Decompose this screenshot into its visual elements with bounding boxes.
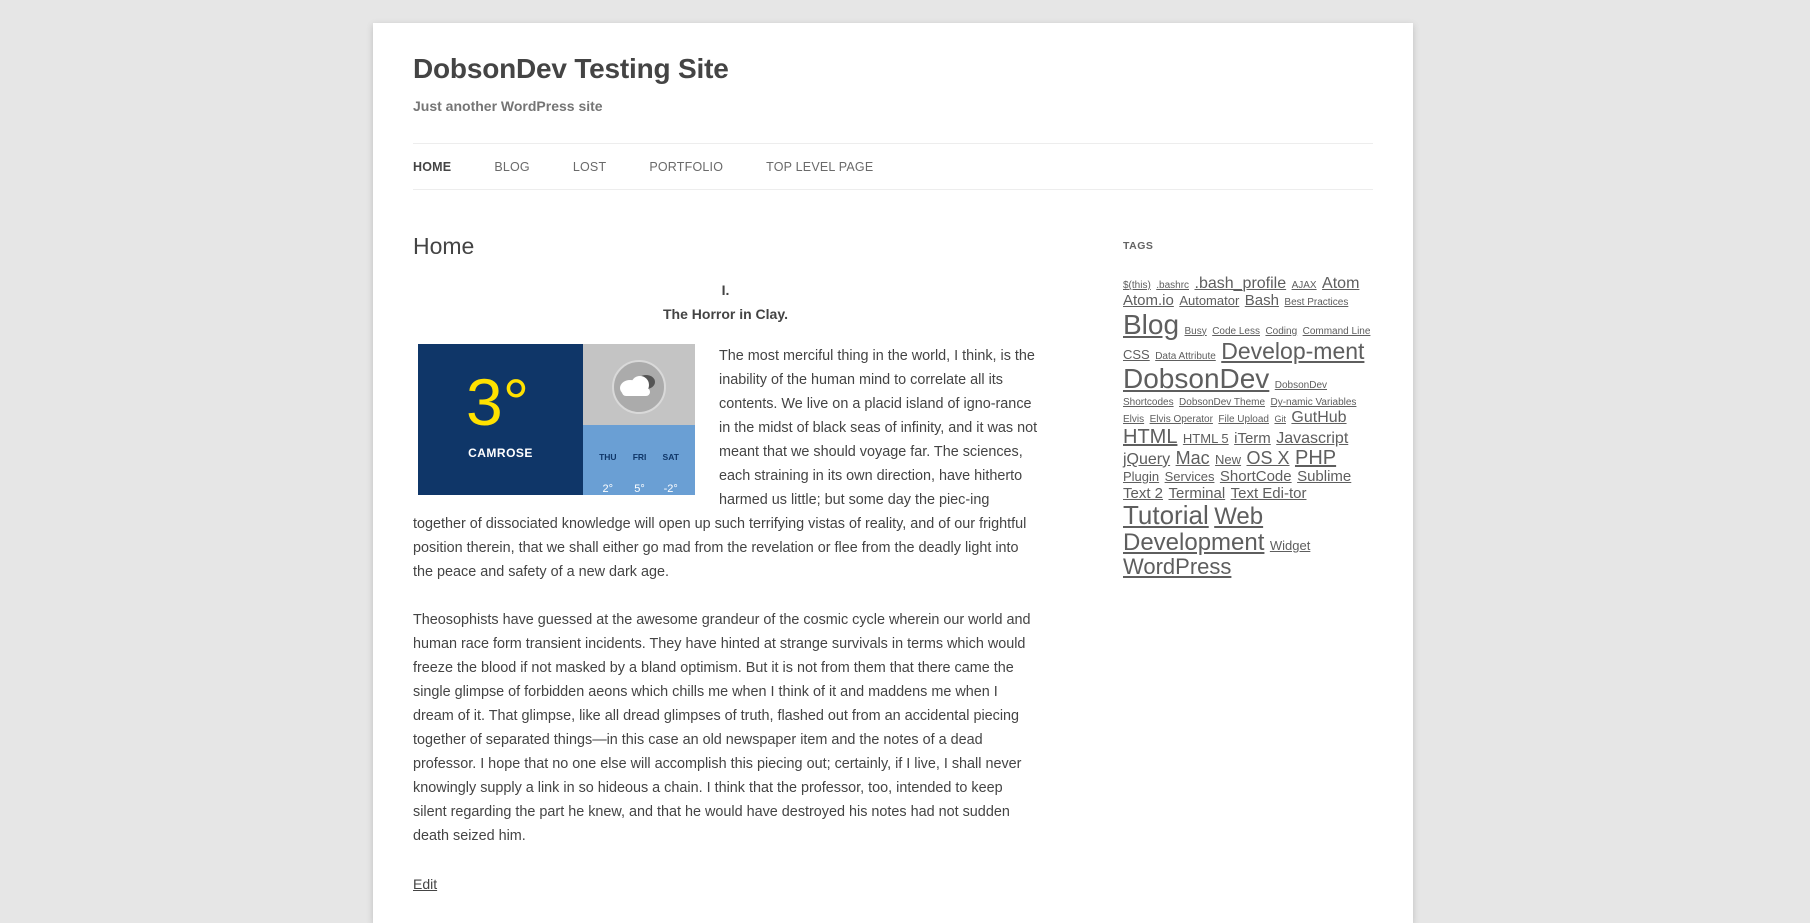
weather-side-panel: THU 2° FRI 5° SAT -2° <box>583 344 695 495</box>
tag-link[interactable]: Dy-namic Variables <box>1270 397 1356 408</box>
forecast-day-temp: 2° <box>602 483 614 495</box>
tag-link[interactable]: Terminal <box>1168 485 1225 502</box>
chapter-heading: I. The Horror in Clay. <box>413 278 1038 326</box>
forecast-day-name: THU <box>599 452 617 462</box>
tag-link[interactable]: AJAX <box>1292 280 1317 291</box>
tag-cloud: $(this) .bashrc .bash_profile AJAX Atom … <box>1123 275 1373 579</box>
nav-item-lost[interactable]: LOST <box>573 160 606 174</box>
tag-link[interactable]: File Upload <box>1218 414 1269 425</box>
tag-link[interactable]: GutHub <box>1291 409 1346 426</box>
tag-link[interactable]: Text Edi-tor <box>1231 485 1307 502</box>
tag-link[interactable]: OS X <box>1247 448 1290 468</box>
tag-link[interactable]: jQuery <box>1123 451 1170 468</box>
tag-link[interactable]: Data Attribute <box>1155 351 1216 362</box>
tag-link[interactable]: Tutorial <box>1123 500 1209 530</box>
tag-link[interactable]: Mac <box>1176 448 1210 468</box>
tag-link[interactable]: Elvis <box>1123 414 1144 425</box>
cloud-icon <box>620 375 655 396</box>
tags-widget-title: TAGS <box>1123 240 1154 252</box>
weather-current-panel: 3° CAMROSE <box>418 344 583 495</box>
nav-item-top-level-page[interactable]: TOP LEVEL PAGE <box>766 160 873 174</box>
chapter-title: The Horror in Clay. <box>663 306 788 322</box>
weather-temperature: 3° <box>466 365 530 439</box>
chapter-number: I. <box>721 282 730 298</box>
tag-link[interactable]: Coding <box>1265 326 1297 337</box>
weather-forecast: THU 2° FRI 5° SAT -2° <box>583 425 695 495</box>
tag-link[interactable]: Atom.io <box>1123 292 1174 309</box>
tag-link[interactable]: iTerm <box>1234 430 1271 447</box>
tag-link[interactable]: ShortCode <box>1220 468 1292 485</box>
tag-link[interactable]: WordPress <box>1123 554 1231 579</box>
tag-link[interactable]: HTML <box>1123 426 1177 448</box>
site-title[interactable]: DobsonDev Testing Site <box>413 53 729 85</box>
tag-link[interactable]: Best Practices <box>1284 297 1348 308</box>
tag-link[interactable]: Automator <box>1179 293 1239 308</box>
tag-link[interactable]: DobsonDev Theme <box>1179 397 1265 408</box>
main-content: Home I. The Horror in Clay. 3° CAMROSE T… <box>413 233 1038 897</box>
tag-link[interactable]: Develop-ment <box>1221 338 1364 364</box>
forecast-day: SAT -2° <box>663 425 679 495</box>
tag-link[interactable]: Javascript <box>1276 430 1348 447</box>
site-description: Just another WordPress site <box>413 98 603 114</box>
weather-condition <box>583 344 695 425</box>
tag-link[interactable]: .bash_profile <box>1195 275 1287 292</box>
nav-item-portfolio[interactable]: PORTFOLIO <box>649 160 723 174</box>
tag-link[interactable]: Atom <box>1322 275 1359 292</box>
tag-link[interactable]: Elvis Operator <box>1150 414 1213 425</box>
sidebar: TAGS $(this) .bashrc .bash_profile AJAX … <box>1123 240 1373 579</box>
tag-link[interactable]: PHP <box>1295 447 1336 469</box>
tag-link[interactable]: .bashrc <box>1156 280 1189 291</box>
page-title: Home <box>413 233 475 259</box>
weather-widget: 3° CAMROSE THU 2° FRI 5° SAT -2° <box>418 344 695 495</box>
body-paragraph: Theosophists have guessed at the awesome… <box>413 612 1031 844</box>
tag-link[interactable]: DobsonDev <box>1123 363 1269 394</box>
tag-link[interactable]: $(this) <box>1123 280 1151 291</box>
forecast-day-temp: 5° <box>634 483 645 495</box>
tag-link[interactable]: CSS <box>1123 347 1150 362</box>
tag-link[interactable]: Busy <box>1185 326 1207 337</box>
tag-link[interactable]: Blog <box>1123 309 1179 340</box>
tag-link[interactable]: Code Less <box>1212 326 1260 337</box>
tag-link[interactable]: Command Line <box>1303 326 1371 337</box>
entry-body: 3° CAMROSE THU 2° FRI 5° SAT -2° The mos… <box>413 344 1038 897</box>
tag-link[interactable]: Git <box>1274 414 1286 424</box>
forecast-day-name: FRI <box>632 452 647 462</box>
tag-link[interactable]: Services <box>1165 469 1215 484</box>
page-container: DobsonDev Testing Site Just another Word… <box>373 23 1413 923</box>
tag-link[interactable]: HTML 5 <box>1183 431 1229 446</box>
edit-link[interactable]: Edit <box>413 876 437 892</box>
main-navigation: HOME BLOG LOST PORTFOLIO TOP LEVEL PAGE <box>413 143 1373 190</box>
weather-city: CAMROSE <box>468 446 533 460</box>
forecast-day-temp: -2° <box>663 483 678 495</box>
tag-link[interactable]: Plugin <box>1123 469 1159 484</box>
tag-link[interactable]: Widget <box>1270 538 1310 553</box>
forecast-day-name: SAT <box>662 452 679 462</box>
forecast-day: THU 2° <box>599 425 616 495</box>
forecast-day: FRI 5° <box>633 425 647 495</box>
tag-link[interactable]: Bash <box>1245 292 1279 309</box>
nav-item-home[interactable]: HOME <box>413 160 451 174</box>
tag-link[interactable]: New <box>1215 452 1241 467</box>
nav-item-blog[interactable]: BLOG <box>494 160 530 174</box>
